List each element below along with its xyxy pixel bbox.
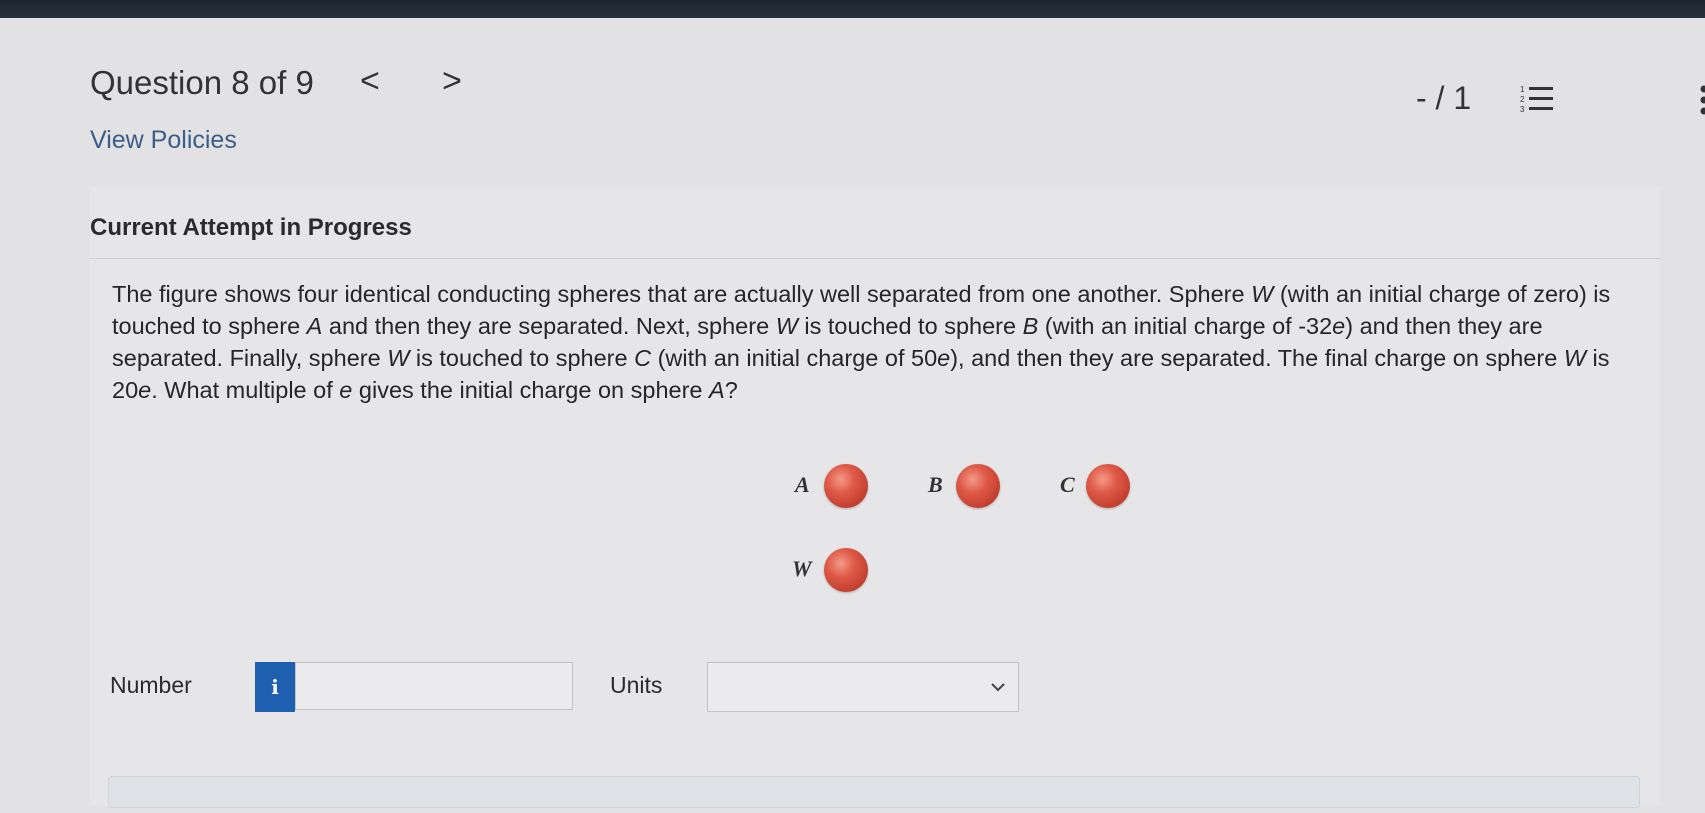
- units-select[interactable]: [707, 662, 1019, 712]
- question-text-segment: is touched to sphere: [797, 313, 1023, 339]
- question-text-segment: (with an initial charge of 50: [651, 345, 938, 371]
- question-text-segment: ?: [724, 377, 738, 403]
- next-question-button[interactable]: >: [442, 62, 462, 101]
- svg-text:1: 1: [1520, 85, 1525, 94]
- score-display: - / 1: [1416, 80, 1472, 116]
- previous-question-button[interactable]: <: [360, 62, 380, 101]
- question-text-segment: The figure shows four identical conducti…: [112, 281, 1252, 307]
- info-icon[interactable]: i: [255, 662, 295, 712]
- question-panel: Current Attempt in Progress The figure s…: [90, 186, 1660, 808]
- sphere-label-b: B: [928, 472, 943, 497]
- question-symbol: W: [387, 345, 410, 371]
- number-input[interactable]: [295, 662, 573, 710]
- divider: [90, 258, 1660, 259]
- numbered-list-icon[interactable]: 1 2 3: [1520, 84, 1556, 114]
- sphere-w: [824, 548, 868, 592]
- svg-text:2: 2: [1520, 95, 1525, 104]
- chevron-down-icon: [991, 683, 1005, 692]
- sphere-label-a: A: [795, 472, 810, 497]
- question-text: The figure shows four identical conducti…: [112, 278, 1622, 406]
- question-text-segment: gives the initial charge on sphere: [352, 377, 710, 403]
- answer-row: Number i Units: [110, 656, 1019, 716]
- sphere-label-w: W: [792, 556, 812, 581]
- question-symbol: e: [1332, 313, 1346, 339]
- question-text-segment: (with an initial charge of -32: [1038, 313, 1333, 339]
- question-symbol: e: [339, 377, 353, 403]
- sphere-a: [824, 464, 868, 508]
- question-symbol: A: [306, 313, 323, 339]
- sphere-label-c: C: [1060, 472, 1075, 497]
- number-label: Number: [110, 672, 192, 698]
- question-text-segment: ), and then they are separated. The fina…: [950, 345, 1564, 371]
- attempt-heading: Current Attempt in Progress: [90, 214, 412, 241]
- next-section-box: [108, 776, 1640, 808]
- question-symbol: A: [709, 377, 725, 403]
- question-text-segment: and then they are separated. Next, spher…: [322, 313, 776, 339]
- question-text-segment: is touched to sphere: [409, 345, 635, 371]
- sphere-b: [956, 464, 1000, 508]
- question-text-segment: . What multiple of: [151, 377, 340, 403]
- svg-text:3: 3: [1520, 105, 1525, 114]
- question-header: Question 8 of 9 < > - / 1 1 2 3: [90, 48, 1705, 116]
- units-label: Units: [610, 672, 663, 698]
- question-symbol: e: [937, 345, 951, 371]
- question-symbol: W: [1563, 345, 1586, 371]
- question-title: Question 8 of 9: [90, 64, 314, 101]
- question-symbol: W: [1251, 281, 1274, 307]
- question-symbol: e: [138, 377, 152, 403]
- question-symbol: C: [634, 345, 652, 371]
- view-policies-link[interactable]: View Policies: [90, 126, 237, 155]
- question-symbol: B: [1022, 313, 1039, 339]
- spheres-figure: A B C W: [780, 456, 1140, 616]
- sphere-c: [1086, 464, 1130, 508]
- question-symbol: W: [775, 313, 798, 339]
- vertical-ellipsis-icon[interactable]: [1698, 84, 1705, 116]
- question-page: Question 8 of 9 < > - / 1 1 2 3 View Pol…: [0, 18, 1705, 813]
